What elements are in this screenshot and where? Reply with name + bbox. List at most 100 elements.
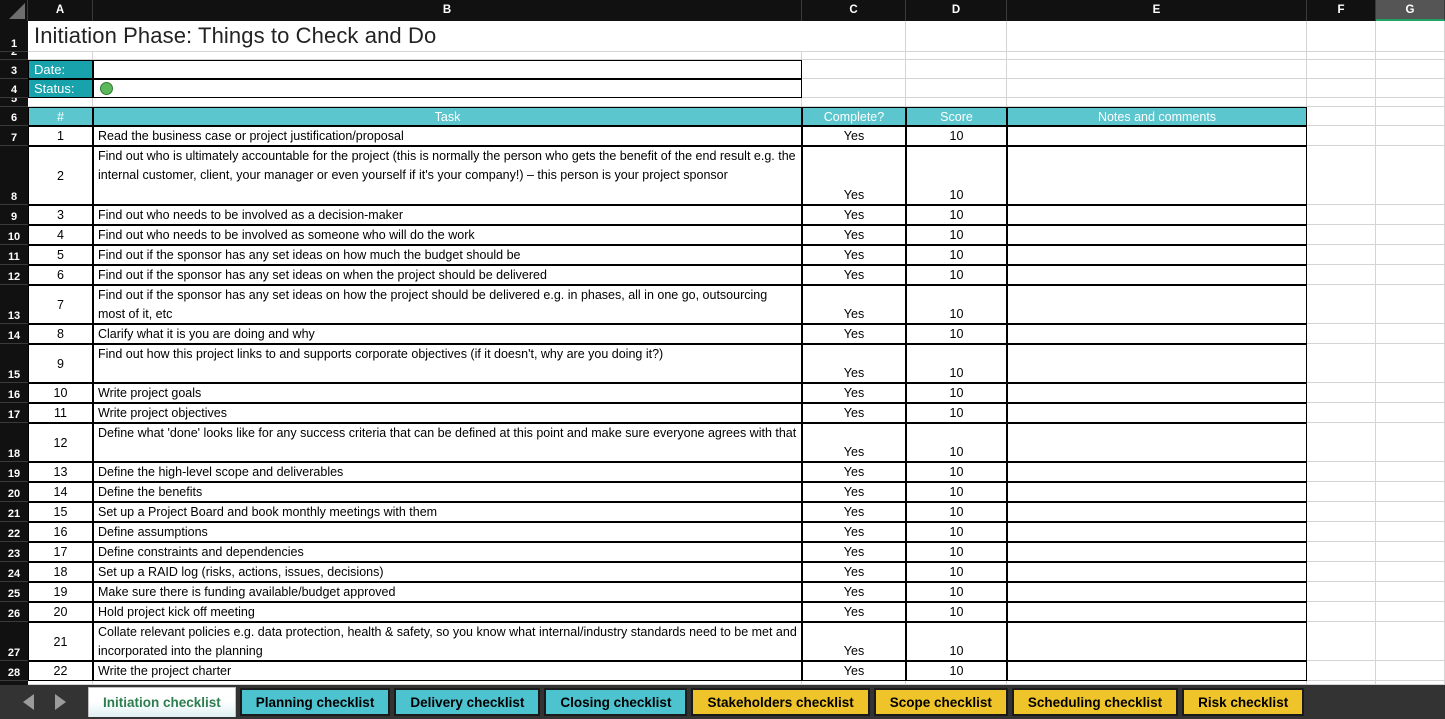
row-header-24[interactable]: 24: [0, 562, 28, 582]
task-text-cell[interactable]: Write the project charter: [93, 661, 802, 681]
cell-F4[interactable]: [1307, 79, 1376, 98]
column-header-b[interactable]: B: [93, 0, 802, 21]
task-text-cell[interactable]: Find out if the sponsor has any set idea…: [93, 285, 802, 324]
cell-A5[interactable]: [28, 98, 93, 107]
row-header-25[interactable]: 25: [0, 582, 28, 602]
score-cell[interactable]: 10: [906, 423, 1007, 462]
row-header-2[interactable]: 2: [0, 52, 28, 60]
complete-cell[interactable]: Yes: [802, 403, 906, 423]
complete-cell[interactable]: Yes: [802, 502, 906, 522]
task-text-cell[interactable]: Hold project kick off meeting: [93, 602, 802, 622]
column-header-c[interactable]: C: [802, 0, 906, 21]
score-cell[interactable]: 10: [906, 602, 1007, 622]
complete-cell[interactable]: Yes: [802, 126, 906, 146]
task-text-cell[interactable]: Write project objectives: [93, 403, 802, 423]
column-header-g[interactable]: G: [1376, 0, 1445, 21]
task-number-cell[interactable]: 12: [28, 423, 93, 462]
task-text-cell[interactable]: Define assumptions: [93, 522, 802, 542]
score-cell[interactable]: 10: [906, 582, 1007, 602]
sheet-tab-stakeholders-checklist[interactable]: Stakeholders checklist: [691, 688, 870, 716]
row-header-11[interactable]: 11: [0, 245, 28, 265]
cell-G22[interactable]: [1376, 522, 1445, 542]
row-header-14[interactable]: 14: [0, 324, 28, 344]
row-header-4[interactable]: 4: [0, 79, 28, 98]
notes-cell[interactable]: [1007, 245, 1307, 265]
cell-G9[interactable]: [1376, 205, 1445, 225]
cell-G12[interactable]: [1376, 265, 1445, 285]
task-number-cell[interactable]: 15: [28, 502, 93, 522]
notes-cell[interactable]: [1007, 482, 1307, 502]
cell-C5[interactable]: [802, 98, 906, 107]
complete-cell[interactable]: Yes: [802, 245, 906, 265]
cell-F8[interactable]: [1307, 146, 1376, 205]
score-cell[interactable]: 10: [906, 403, 1007, 423]
score-cell[interactable]: 10: [906, 482, 1007, 502]
task-number-cell[interactable]: 9: [28, 344, 93, 383]
cell-F26[interactable]: [1307, 602, 1376, 622]
notes-cell[interactable]: [1007, 403, 1307, 423]
score-cell[interactable]: 10: [906, 622, 1007, 661]
notes-cell[interactable]: [1007, 146, 1307, 205]
task-text-cell[interactable]: Find out who needs to be involved as a d…: [93, 205, 802, 225]
row-header-19[interactable]: 19: [0, 462, 28, 482]
cell-F23[interactable]: [1307, 542, 1376, 562]
sheet-tab-scope-checklist[interactable]: Scope checklist: [873, 688, 1008, 716]
cell-G16[interactable]: [1376, 383, 1445, 403]
cell-F28[interactable]: [1307, 661, 1376, 681]
complete-cell[interactable]: Yes: [802, 622, 906, 661]
row-header-12[interactable]: 12: [0, 265, 28, 285]
notes-cell[interactable]: [1007, 462, 1307, 482]
cell-F21[interactable]: [1307, 502, 1376, 522]
cell-F24[interactable]: [1307, 562, 1376, 582]
sheet-tab-closing-checklist[interactable]: Closing checklist: [544, 688, 688, 716]
score-cell[interactable]: 10: [906, 462, 1007, 482]
notes-cell[interactable]: [1007, 265, 1307, 285]
task-text-cell[interactable]: Define constraints and dependencies: [93, 542, 802, 562]
status-value-field[interactable]: [93, 79, 802, 98]
notes-cell[interactable]: [1007, 126, 1307, 146]
task-text-cell[interactable]: Find out who is ultimately accountable f…: [93, 146, 802, 205]
task-text-cell[interactable]: Make sure there is funding available/bud…: [93, 582, 802, 602]
task-number-cell[interactable]: 20: [28, 602, 93, 622]
notes-cell[interactable]: [1007, 522, 1307, 542]
cell-G13[interactable]: [1376, 285, 1445, 324]
cell-G23[interactable]: [1376, 542, 1445, 562]
cell-F13[interactable]: [1307, 285, 1376, 324]
cell-F14[interactable]: [1307, 324, 1376, 344]
cell-E1[interactable]: [1007, 21, 1307, 52]
complete-cell[interactable]: Yes: [802, 582, 906, 602]
complete-cell[interactable]: Yes: [802, 562, 906, 582]
task-number-cell[interactable]: 18: [28, 562, 93, 582]
task-text-cell[interactable]: Set up a Project Board and book monthly …: [93, 502, 802, 522]
sheet-tab-planning-checklist[interactable]: Planning checklist: [239, 688, 391, 716]
notes-cell[interactable]: [1007, 225, 1307, 245]
column-header-f[interactable]: F: [1307, 0, 1376, 21]
task-text-cell[interactable]: Collate relevant policies e.g. data prot…: [93, 622, 802, 661]
task-number-cell[interactable]: 2: [28, 146, 93, 205]
score-cell[interactable]: 10: [906, 562, 1007, 582]
cell-D1[interactable]: [906, 21, 1007, 52]
score-cell[interactable]: 10: [906, 245, 1007, 265]
cell-F27[interactable]: [1307, 622, 1376, 661]
cell-F22[interactable]: [1307, 522, 1376, 542]
notes-cell[interactable]: [1007, 602, 1307, 622]
row-header-22[interactable]: 22: [0, 522, 28, 542]
arrow-left-icon[interactable]: [22, 694, 34, 710]
row-header-17[interactable]: 17: [0, 403, 28, 423]
cell-F16[interactable]: [1307, 383, 1376, 403]
complete-cell[interactable]: Yes: [802, 383, 906, 403]
task-number-cell[interactable]: 3: [28, 205, 93, 225]
task-number-cell[interactable]: 7: [28, 285, 93, 324]
cell-F20[interactable]: [1307, 482, 1376, 502]
column-header-d[interactable]: D: [906, 0, 1007, 21]
task-text-cell[interactable]: Find out if the sponsor has any set idea…: [93, 245, 802, 265]
task-number-cell[interactable]: 1: [28, 126, 93, 146]
complete-cell[interactable]: Yes: [802, 344, 906, 383]
cell-B2[interactable]: [93, 52, 802, 60]
task-text-cell[interactable]: Set up a RAID log (risks, actions, issue…: [93, 562, 802, 582]
cell-F17[interactable]: [1307, 403, 1376, 423]
task-text-cell[interactable]: Read the business case or project justif…: [93, 126, 802, 146]
cell-C4[interactable]: [802, 79, 906, 98]
notes-cell[interactable]: [1007, 542, 1307, 562]
complete-cell[interactable]: Yes: [802, 205, 906, 225]
